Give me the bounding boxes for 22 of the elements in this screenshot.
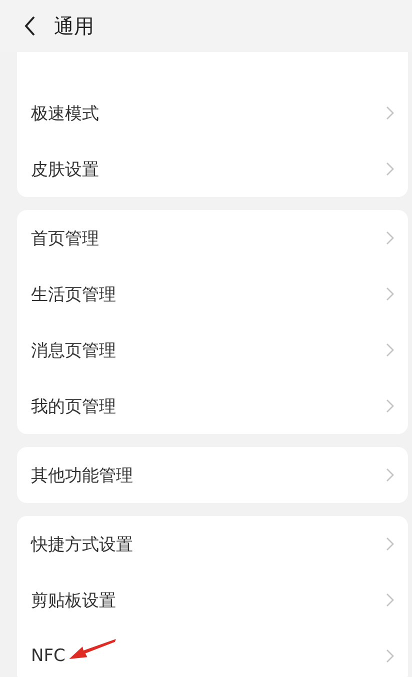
settings-item[interactable]: 其他功能管理 [31,464,133,486]
chevron-right-icon [386,399,394,413]
chevron-right-icon [386,593,394,607]
chevron-right-icon [386,468,394,482]
settings-item[interactable]: 皮肤设置 [31,158,99,180]
chevron-right-icon [386,537,394,551]
settings-item[interactable]: 生活页管理 [31,282,116,306]
settings-item[interactable]: 首页管理 [31,226,99,250]
page-title: 通用 [54,12,94,40]
settings-item[interactable]: NFC [31,646,66,666]
back-icon[interactable] [24,16,36,36]
chevron-right-icon [386,287,394,301]
settings-item[interactable]: 剪贴板设置 [31,588,116,612]
chevron-right-icon [386,162,394,176]
chevron-right-icon [386,231,394,245]
settings-item[interactable]: 消息页管理 [31,338,116,362]
settings-item[interactable]: 快捷方式设置 [31,532,133,556]
chevron-right-icon [386,649,394,663]
settings-item[interactable]: 极速模式 [31,102,99,124]
chevron-right-icon [386,106,394,120]
settings-item[interactable]: 我的页管理 [31,394,116,418]
chevron-right-icon [386,343,394,357]
